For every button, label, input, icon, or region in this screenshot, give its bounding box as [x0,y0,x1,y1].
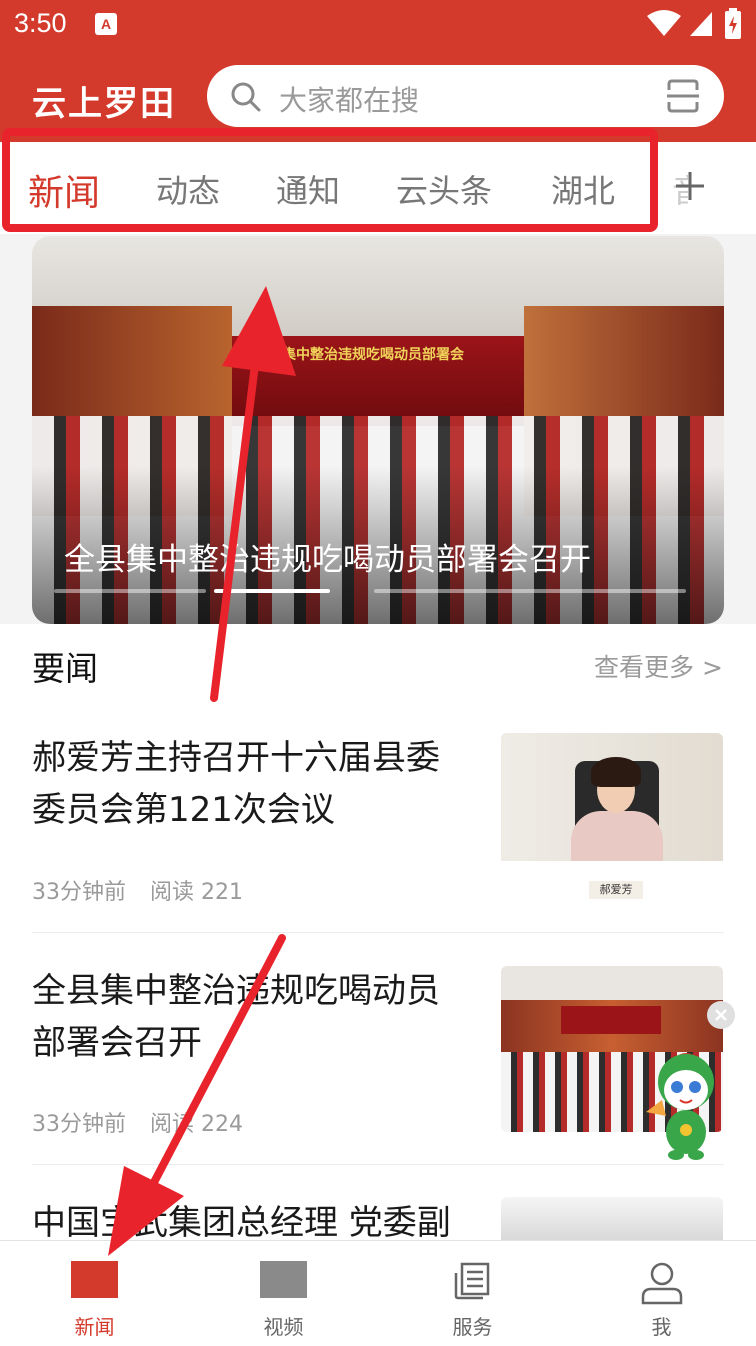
signal-icon [690,12,712,36]
nav-me[interactable]: 我 [567,1241,756,1346]
news-reads: 阅读 224 [150,1112,243,1137]
news-reads: 阅读 221 [150,880,243,905]
banner-caption: 全县集中整治违规吃喝动员部署会召开 [64,542,591,578]
carousel-indicator [374,589,686,593]
section-title: 要闻 [32,649,98,688]
nav-service[interactable]: 服务 [378,1241,567,1346]
banner-carousel[interactable]: 集中整治违规吃喝动员部署会 全县集中整治违规吃喝动员部署会召开 [32,236,724,624]
bottom-navigation: 新闻 视频 服务 我 [0,1240,756,1346]
service-icon [454,1262,490,1300]
nav-label: 服务 [452,1315,493,1339]
news-title[interactable]: 中国宝武集团总经理 党委副 [32,1197,472,1240]
status-bar: 3:50 A [0,0,756,52]
nav-label: 新闻 [74,1315,115,1339]
search-icon [231,82,261,112]
divider [32,1164,724,1165]
news-title[interactable]: 郝爱芳主持召开十六届县委委员会第121次会议 [32,732,472,836]
banner-stage-text: 集中整治违规吃喝动员部署会 [282,347,464,363]
profile-icon [641,1262,683,1305]
app-brand-title: 云上罗田 [32,84,176,124]
thumb-nameplate: 郝爱芳 [589,881,643,899]
thumb-hair [591,757,641,787]
news-thumbnail[interactable] [501,1197,723,1240]
news-time: 33分钟前 [32,880,126,905]
wifi-icon [647,10,681,36]
status-time: 3:50 [14,8,67,38]
carousel-indicator [54,589,206,593]
notification-icon: A [95,13,117,35]
search-bar[interactable]: 大家都在搜 [207,65,724,127]
nav-label: 视频 [263,1315,304,1339]
thumb-stage [561,1006,661,1034]
add-tab-icon[interactable] [672,168,708,204]
close-icon[interactable] [706,1000,736,1030]
divider [32,932,724,933]
see-more-link[interactable]: 查看更多 > [594,648,723,684]
nav-news[interactable]: 新闻 [0,1241,189,1346]
scan-icon[interactable] [665,78,701,114]
nav-label: 我 [651,1315,672,1339]
battery-icon [725,8,741,39]
news-title[interactable]: 全县集中整治违规吃喝动员部署会召开 [32,965,472,1069]
nav-video[interactable]: 视频 [189,1241,378,1346]
video-icon [260,1261,307,1298]
news-icon [71,1261,118,1298]
carousel-indicator-active [214,589,330,593]
mascot-icon[interactable] [644,1042,728,1162]
news-thumbnail[interactable]: 郝爱芳 [501,733,723,899]
tabs-highlight-box [2,128,658,232]
news-time: 33分钟前 [32,1112,126,1137]
search-placeholder: 大家都在搜 [279,84,420,117]
